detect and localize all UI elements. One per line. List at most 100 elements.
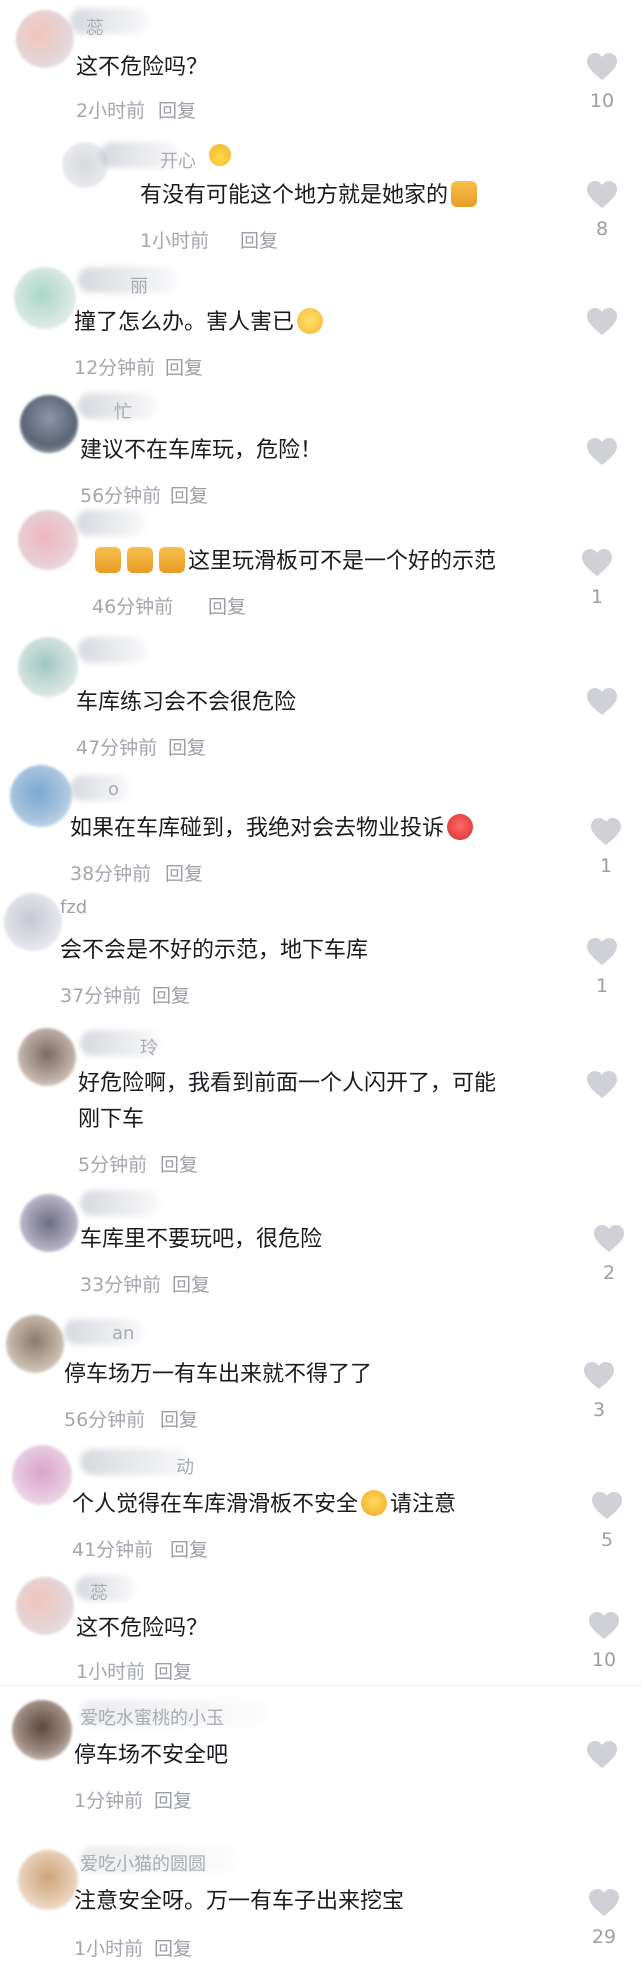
- avatar[interactable]: [14, 267, 76, 329]
- reply-button[interactable]: 回复: [208, 592, 246, 619]
- cat-emoji-icon: [159, 547, 185, 573]
- username-fragment: 玲: [140, 1038, 158, 1059]
- like-count: 8: [595, 218, 609, 240]
- comment-item: an 停车场万一有车出来就不得了了 56分钟前 回复 3: [0, 1305, 641, 1435]
- comment-time: 5分钟前: [78, 1154, 148, 1176]
- like-button[interactable]: [589, 817, 623, 847]
- username[interactable]: [80, 1449, 190, 1475]
- like-button[interactable]: [585, 687, 619, 717]
- comment-text: 这里玩滑板可不是一个好的示范: [92, 544, 496, 580]
- username-fragment: 忙: [114, 402, 132, 423]
- avatar[interactable]: [18, 510, 78, 570]
- username-fragment: 开心: [160, 151, 196, 172]
- comment-item: 蕊 这不危险吗？ 2小时前 回复 10: [0, 0, 641, 130]
- reply-button[interactable]: 回复: [154, 1786, 192, 1813]
- reply-button[interactable]: 回复: [170, 1535, 208, 1562]
- comment-text-line2: 刚下车: [78, 1107, 145, 1132]
- like-button[interactable]: [587, 1888, 621, 1918]
- avatar[interactable]: [18, 1028, 76, 1086]
- like-count: 10: [591, 1649, 617, 1671]
- username[interactable]: [78, 267, 178, 293]
- crying-laughing-emoji-icon: [361, 1490, 388, 1516]
- avatar[interactable]: [16, 1577, 74, 1635]
- username-fragment: 爱吃水蜜桃的小玉: [80, 1708, 224, 1729]
- comment-time: 37分钟前: [60, 985, 142, 1007]
- avatar[interactable]: [4, 893, 62, 951]
- comment-item: 丽 撞了怎么办。害人害已 12分钟前 回复: [0, 255, 641, 385]
- comment-time: 38分钟前: [70, 863, 152, 885]
- heart-icon: [593, 1224, 625, 1254]
- username[interactable]: [70, 8, 150, 34]
- comment-item: 玲 好危险啊，我看到前面一个人闪开了，可能 刚下车 5分钟前 回复: [0, 1010, 641, 1180]
- comment-text: 这不危险吗？: [76, 55, 209, 80]
- heart-icon: [586, 937, 618, 967]
- like-button[interactable]: [585, 1070, 619, 1100]
- like-button[interactable]: [580, 548, 614, 578]
- avatar[interactable]: [16, 10, 74, 68]
- username[interactable]: [80, 1190, 160, 1216]
- avatar[interactable]: [18, 1850, 78, 1910]
- reply-button[interactable]: 回复: [152, 981, 190, 1008]
- username[interactable]: [78, 637, 148, 663]
- reply-button[interactable]: 回复: [158, 96, 196, 123]
- avatar[interactable]: [10, 765, 72, 827]
- like-button[interactable]: [585, 937, 619, 967]
- username[interactable]: [76, 510, 146, 536]
- username[interactable]: fzd: [60, 897, 87, 918]
- username-fragment: 丽: [130, 276, 148, 297]
- reply-button[interactable]: 回复: [165, 353, 203, 380]
- reply-button[interactable]: 回复: [240, 226, 278, 253]
- heart-icon: [586, 1070, 618, 1100]
- like-button[interactable]: [587, 1611, 621, 1641]
- like-button[interactable]: [585, 1740, 619, 1770]
- comment-item: fzd 会不会是不好的示范，地下车库 37分钟前 回复 1: [0, 885, 641, 1010]
- comment-text: 撞了怎么办。害人害已: [74, 305, 326, 341]
- avatar[interactable]: [20, 395, 78, 453]
- like-count: 1: [599, 855, 613, 877]
- comment-text: 会不会是不好的示范，地下车库: [60, 938, 369, 963]
- reply-button[interactable]: 回复: [165, 859, 203, 886]
- comment-text: 停车场不安全吧: [74, 1743, 229, 1768]
- comment-item: 爱吃小猫的圆圆 注意安全呀。万一有车子出来挖宝 1小时前 回复 29: [0, 1826, 641, 1975]
- like-button[interactable]: [585, 52, 619, 82]
- comment-time: 1分钟前: [74, 1790, 144, 1812]
- reply-button[interactable]: 回复: [154, 1657, 192, 1684]
- comment-item: 动 个人觉得在车库滑滑板不安全 请注意 41分钟前 回复 5: [0, 1435, 641, 1565]
- like-button[interactable]: [590, 1491, 624, 1521]
- reply-button[interactable]: 回复: [154, 1934, 192, 1961]
- reply-button[interactable]: 回复: [160, 1405, 198, 1432]
- username-fragment: an: [112, 1323, 135, 1344]
- heart-icon: [586, 307, 618, 337]
- heart-icon: [588, 1888, 620, 1918]
- heart-icon: [586, 1740, 618, 1770]
- avatar[interactable]: [6, 1315, 64, 1373]
- comment-item: 这里玩滑板可不是一个好的示范 46分钟前 回复 1: [0, 500, 641, 625]
- comment-time: 56分钟前: [64, 1409, 146, 1431]
- comment-text: 好危险啊，我看到前面一个人闪开了，可能: [78, 1071, 497, 1096]
- reply-button[interactable]: 回复: [160, 1150, 198, 1177]
- like-button[interactable]: [585, 437, 619, 467]
- like-count: 5: [600, 1529, 614, 1551]
- username[interactable]: [70, 775, 130, 801]
- avatar[interactable]: [18, 637, 78, 697]
- comment-time: 1小时前: [76, 1661, 146, 1683]
- like-button[interactable]: [592, 1224, 626, 1254]
- comment-text: 如果在车库碰到，我绝对会去物业投诉: [70, 811, 476, 847]
- like-button[interactable]: [582, 1361, 616, 1391]
- comment-text: 注意安全呀。万一有车子出来挖宝: [74, 1889, 405, 1914]
- like-button[interactable]: [585, 307, 619, 337]
- flushed-emoji-icon: [297, 308, 324, 334]
- like-count: 3: [592, 1399, 606, 1421]
- like-count: 1: [590, 586, 604, 608]
- angry-emoji-icon: [447, 814, 474, 840]
- username-fragment: 爱吃小猫的圆圆: [80, 1854, 206, 1875]
- reply-button[interactable]: 回复: [172, 1270, 210, 1297]
- comment-time: 1小时前: [140, 230, 210, 252]
- like-button[interactable]: [585, 180, 619, 210]
- heart-icon: [586, 437, 618, 467]
- heart-icon: [586, 180, 618, 210]
- avatar[interactable]: [12, 1445, 72, 1505]
- avatar[interactable]: [20, 1194, 78, 1252]
- avatar[interactable]: [12, 1700, 72, 1760]
- username-fragment: 动: [176, 1457, 194, 1478]
